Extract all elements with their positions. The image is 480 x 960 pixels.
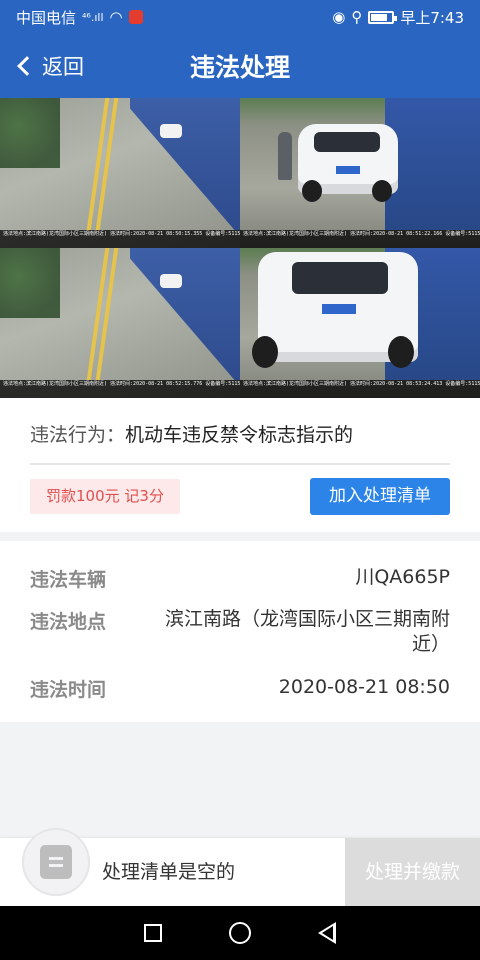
eye-icon: ◉ [332,8,346,26]
time-label: 违法时间 [30,679,107,701]
wifi-icon: ◠ [109,8,123,26]
photo-car [160,124,182,138]
fine-badge: 罚款100元 记3分 [30,479,180,514]
photo-fence [130,248,240,380]
list-empty-text: 处理清单是空的 [102,861,236,883]
detail-row-location: 违法地点 滨江南路（龙湾国际小区三期南附近） [30,607,450,657]
carrier-label: 中国电信 [16,8,77,27]
evidence-photo-grid: 违法地点:滨江南路(龙湾国际小区三期南附近) 违法时间:2020-08-21 0… [0,98,480,398]
location-value: 滨江南路（龙湾国际小区三期南附近） [164,608,450,655]
app-notification-icon [128,10,143,24]
evidence-photo-2[interactable]: 违法地点:滨江南路(龙湾国际小区三期南附近) 违法时间:2020-08-21 0… [240,98,480,248]
vehicle-label: 违法车辆 [30,569,107,591]
photo-trees [0,98,60,168]
photo-fence [130,98,240,230]
battery-icon [368,10,398,24]
bottom-action-bar: 处理清单是空的 处理并缴款 [0,828,480,906]
photo-fence [385,98,480,230]
photo-wheel [252,336,278,368]
photo-wheel [302,180,322,202]
vehicle-value: 川QA665P [355,566,450,588]
time-value: 2020-08-21 08:50 [278,676,450,698]
violation-details-card: 违法车辆 川QA665P 违法地点 滨江南路（龙湾国际小区三期南附近） 违法时间… [0,541,480,722]
photo-caption: 违法地点:滨江南路(龙湾国际小区三期南附近) 违法时间:2020-08-21 0… [0,380,240,398]
back-triangle-icon[interactable] [318,922,337,944]
system-nav-bar [0,906,480,960]
violation-behavior-value: 机动车违反禁令标志指示的 [125,424,354,446]
status-bar: 中国电信 ⁴⁶.ıll ◠ ◉ ⚲ 早上7:43 [0,0,480,34]
back-label: 返回 [42,55,84,79]
detail-row-vehicle: 违法车辆 川QA665P [30,565,450,592]
photo-wheel [372,180,392,202]
location-label: 违法地点 [30,611,107,633]
photo-car [160,274,182,288]
process-and-pay-button[interactable]: 处理并缴款 [345,838,480,906]
photo-caption: 违法地点:滨江南路(龙湾国际小区三期南附近) 违法时间:2020-08-21 0… [240,230,480,248]
location-icon: ⚲ [351,8,363,26]
top-bar: 中国电信 ⁴⁶.ıll ◠ ◉ ⚲ 早上7:43 返回 违法处理 [0,0,480,98]
evidence-photo-4[interactable]: 违法地点:滨江南路(龙湾国际小区三期南附近) 违法时间:2020-08-21 0… [240,248,480,398]
violation-card: 违法行为： 机动车违反禁令标志指示的 罚款100元 记3分 加入处理清单 [0,398,480,532]
photo-person [278,132,292,180]
evidence-photo-3[interactable]: 违法地点:滨江南路(龙湾国际小区三期南附近) 违法时间:2020-08-21 0… [0,248,240,398]
photo-caption: 违法地点:滨江南路(龙湾国际小区三期南附近) 违法时间:2020-08-21 0… [0,230,240,248]
chevron-left-icon [17,56,37,76]
app-header: 返回 违法处理 [0,34,480,98]
signal-icon: ⁴⁶.ıll [82,10,104,24]
photo-wheel [388,336,414,368]
violation-behavior-label: 违法行为： [30,424,126,446]
home-icon[interactable] [228,922,251,944]
back-button[interactable]: 返回 [14,34,84,98]
clock: 早上7:43 [400,8,464,27]
recents-icon[interactable] [143,924,162,942]
detail-row-time: 违法时间 2020-08-21 08:50 [30,675,450,702]
evidence-photo-1[interactable]: 违法地点:滨江南路(龙湾国际小区三期南附近) 违法时间:2020-08-21 0… [0,98,240,248]
add-to-list-button[interactable]: 加入处理清单 [310,478,450,515]
list-icon [40,845,72,879]
photo-trees [0,248,60,318]
status-left: 中国电信 ⁴⁶.ıll ◠ [16,7,143,28]
violation-behavior: 违法行为： 机动车违反禁令标志指示的 [30,420,353,447]
divider [30,463,450,465]
process-list-button[interactable] [22,828,90,896]
status-right: ◉ ⚲ 早上7:43 [332,7,464,28]
photo-caption: 违法地点:滨江南路(龙湾国际小区三期南附近) 违法时间:2020-08-21 0… [240,380,480,398]
